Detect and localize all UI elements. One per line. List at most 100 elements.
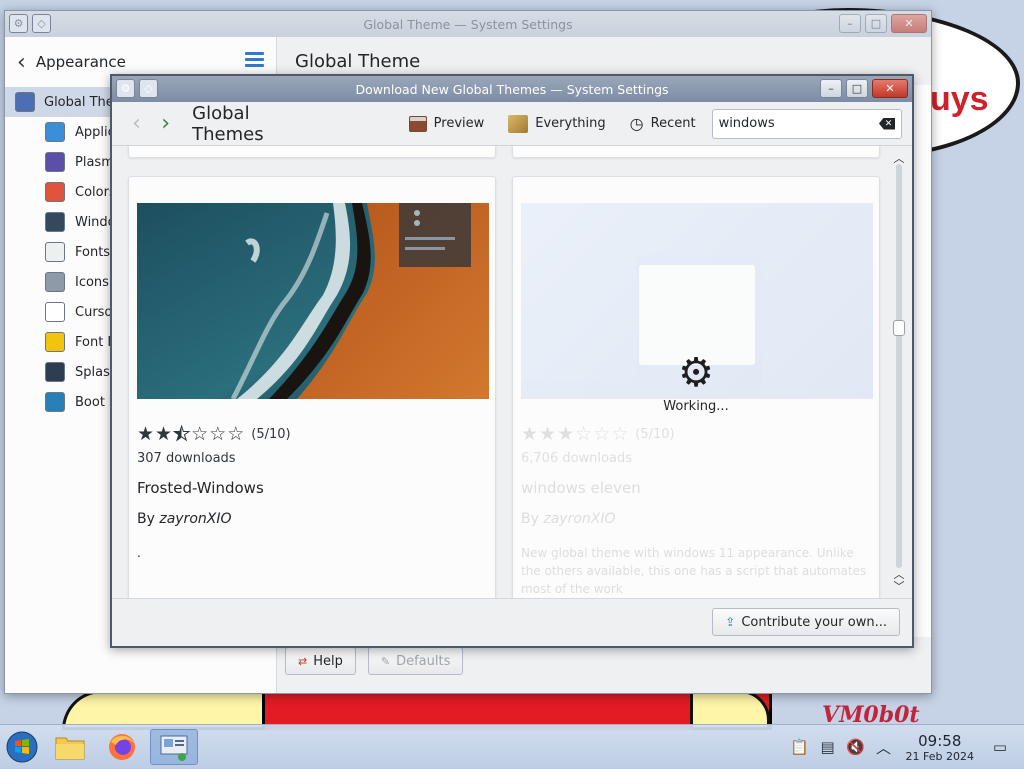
- keep-above-icon[interactable]: ◇: [32, 14, 51, 33]
- search-field[interactable]: ✕: [711, 108, 902, 139]
- star-empty-icon: ☆: [209, 423, 227, 445]
- defaults-icon: ✎: [380, 654, 391, 668]
- hamburger-menu-icon[interactable]: [245, 52, 264, 70]
- volume-muted-icon[interactable]: 🔇: [842, 738, 870, 756]
- author-name[interactable]: zayronXIO: [159, 511, 231, 527]
- recent-label: Recent: [650, 116, 696, 131]
- rating-stars: ★ ★ ★ ☆ ☆ ☆ (5/10): [137, 423, 291, 446]
- dialog-app-menu-icon[interactable]: ⚙: [116, 79, 135, 98]
- dialog-close-button[interactable]: ✕: [872, 79, 908, 98]
- star-empty-icon: ☆: [227, 423, 245, 445]
- preview-icon: [408, 115, 427, 132]
- theme-card[interactable]: ★ ★ ★ ☆ ☆ ☆ (5/10) 6,706 downloads windows el…: [512, 176, 880, 598]
- author-prefix: By: [137, 511, 160, 527]
- star-empty-icon: ☆: [611, 423, 629, 445]
- clock[interactable]: 09:58 21 Feb 2024: [906, 732, 974, 763]
- dialog-page-title: Global Themes: [192, 102, 264, 145]
- themes-grid: ★ ★ ★ ☆ ☆ ☆ (5/10) 307 downloads Frosted-Wind…: [114, 146, 910, 598]
- help-button-label: Help: [313, 653, 343, 669]
- start-menu-button[interactable]: [4, 729, 40, 765]
- splash-screen-icon: [45, 362, 65, 382]
- working-label: Working...: [663, 399, 729, 414]
- coast-screenshot-image: [137, 203, 489, 399]
- star-half-icon: ★: [173, 423, 191, 446]
- show-desktop-icon[interactable]: ▭: [986, 738, 1014, 756]
- expand-tray-icon[interactable]: ︿: [870, 737, 898, 758]
- fonts-icon: [45, 242, 65, 262]
- everything-label: Everything: [535, 116, 606, 131]
- clipboard-icon[interactable]: 📋: [786, 738, 814, 756]
- system-tray: 📋 ▤ 🔇 ︿ 09:58 21 Feb 2024 ▭: [786, 725, 1024, 769]
- dialog-minimize-button[interactable]: –: [820, 79, 842, 98]
- system-settings-icon: [160, 735, 188, 761]
- nav-back-icon[interactable]: ‹: [122, 111, 151, 136]
- search-input[interactable]: [718, 116, 879, 131]
- rating-value: (5/10): [635, 426, 675, 442]
- boot-splash-icon: [45, 392, 65, 412]
- notes-icon[interactable]: ▤: [814, 738, 842, 756]
- author-prefix: By: [521, 511, 544, 527]
- dialog-keep-above-icon[interactable]: ◇: [139, 79, 158, 98]
- theme-card-previous-row[interactable]: [512, 146, 880, 158]
- author-name[interactable]: zayronXIO: [543, 511, 615, 527]
- recent-sort-button[interactable]: ◷ Recent: [630, 114, 696, 133]
- cursors-icon: [45, 302, 65, 322]
- upload-icon: ⇪: [725, 615, 736, 629]
- nav-forward-icon[interactable]: ›: [151, 111, 180, 136]
- scrollbar-track[interactable]: [896, 164, 902, 568]
- contribute-button[interactable]: ⇪ Contribute your own...: [712, 608, 900, 636]
- theme-card[interactable]: ★ ★ ★ ☆ ☆ ☆ (5/10) 307 downloads Frosted-Wind…: [128, 176, 496, 598]
- settings-titlebar[interactable]: ⚙ ◇ Global Theme — System Settings – □ ✕: [5, 11, 931, 37]
- defaults-button[interactable]: ✎ Defaults: [367, 647, 464, 675]
- sidebar-item-label: Fonts: [75, 244, 111, 260]
- vertical-scrollbar[interactable]: ︿ ︿ ﹀: [892, 150, 906, 594]
- scroll-down-arrow-icon[interactable]: ﹀: [892, 578, 906, 594]
- minimize-button[interactable]: –: [839, 14, 861, 33]
- contribute-label: Contribute your own...: [741, 614, 887, 630]
- clear-search-icon[interactable]: ✕: [879, 117, 895, 130]
- plasma-style-icon: [45, 152, 65, 172]
- dialog-maximize-button[interactable]: □: [846, 79, 868, 98]
- back-arrow-icon[interactable]: ‹: [17, 50, 26, 75]
- theme-card-previous-row[interactable]: [128, 146, 496, 158]
- theme-author: By zayronXIO: [521, 511, 616, 527]
- dialog-toolbar: ‹ › Global Themes Preview Everything ◷ R…: [112, 102, 912, 146]
- system-settings-task-button[interactable]: [150, 729, 198, 765]
- theme-description: .: [137, 546, 141, 560]
- global-theme-icon: [15, 92, 35, 112]
- preview-button[interactable]: Preview: [408, 115, 485, 132]
- dialog-titlebar[interactable]: ⚙ ◇ Download New Global Themes — System …: [112, 76, 912, 102]
- close-button[interactable]: ✕: [891, 14, 927, 33]
- theme-name[interactable]: Frosted-Windows: [137, 479, 264, 497]
- dialog-window-title: Download New Global Themes — System Sett…: [355, 81, 669, 97]
- theme-thumbnail[interactable]: [137, 203, 489, 399]
- sidebar-title: Appearance: [35, 53, 126, 71]
- download-count: 307 downloads: [137, 451, 236, 466]
- app-menu-icon[interactable]: ⚙: [9, 14, 28, 33]
- gear-icon: ⚙: [678, 350, 714, 396]
- download-count: 6,706 downloads: [521, 451, 632, 466]
- maximize-button[interactable]: □: [865, 14, 887, 33]
- scrollbar-handle[interactable]: [893, 320, 905, 336]
- star-half-icon: ★: [557, 423, 575, 445]
- clock-date: 21 Feb 2024: [905, 749, 974, 763]
- help-button[interactable]: ⇄ Help: [285, 647, 356, 675]
- download-themes-dialog: ⚙ ◇ Download New Global Themes — System …: [110, 74, 914, 648]
- star-full-icon: ★: [539, 423, 557, 445]
- wallpaper-bubble-text: uys: [930, 80, 989, 118]
- theme-description: New global theme with windows 11 appeara…: [521, 546, 867, 596]
- theme-author: By zayronXIO: [137, 511, 232, 527]
- rating-stars: ★ ★ ★ ☆ ☆ ☆ (5/10): [521, 423, 675, 445]
- preview-label: Preview: [433, 116, 485, 131]
- windows-logo-icon: [6, 731, 38, 763]
- firefox-button[interactable]: [104, 729, 140, 765]
- everything-filter-button[interactable]: Everything: [508, 114, 606, 133]
- star-full-icon: ★: [155, 423, 173, 445]
- sidebar-item-label: Curso: [75, 304, 113, 320]
- window-decorations-icon: [45, 212, 65, 232]
- star-empty-icon: ☆: [593, 423, 611, 445]
- file-manager-button[interactable]: [52, 729, 88, 765]
- clock-icon: ◷: [629, 114, 644, 133]
- firefox-icon: [109, 734, 135, 760]
- theme-name[interactable]: windows eleven: [521, 479, 641, 497]
